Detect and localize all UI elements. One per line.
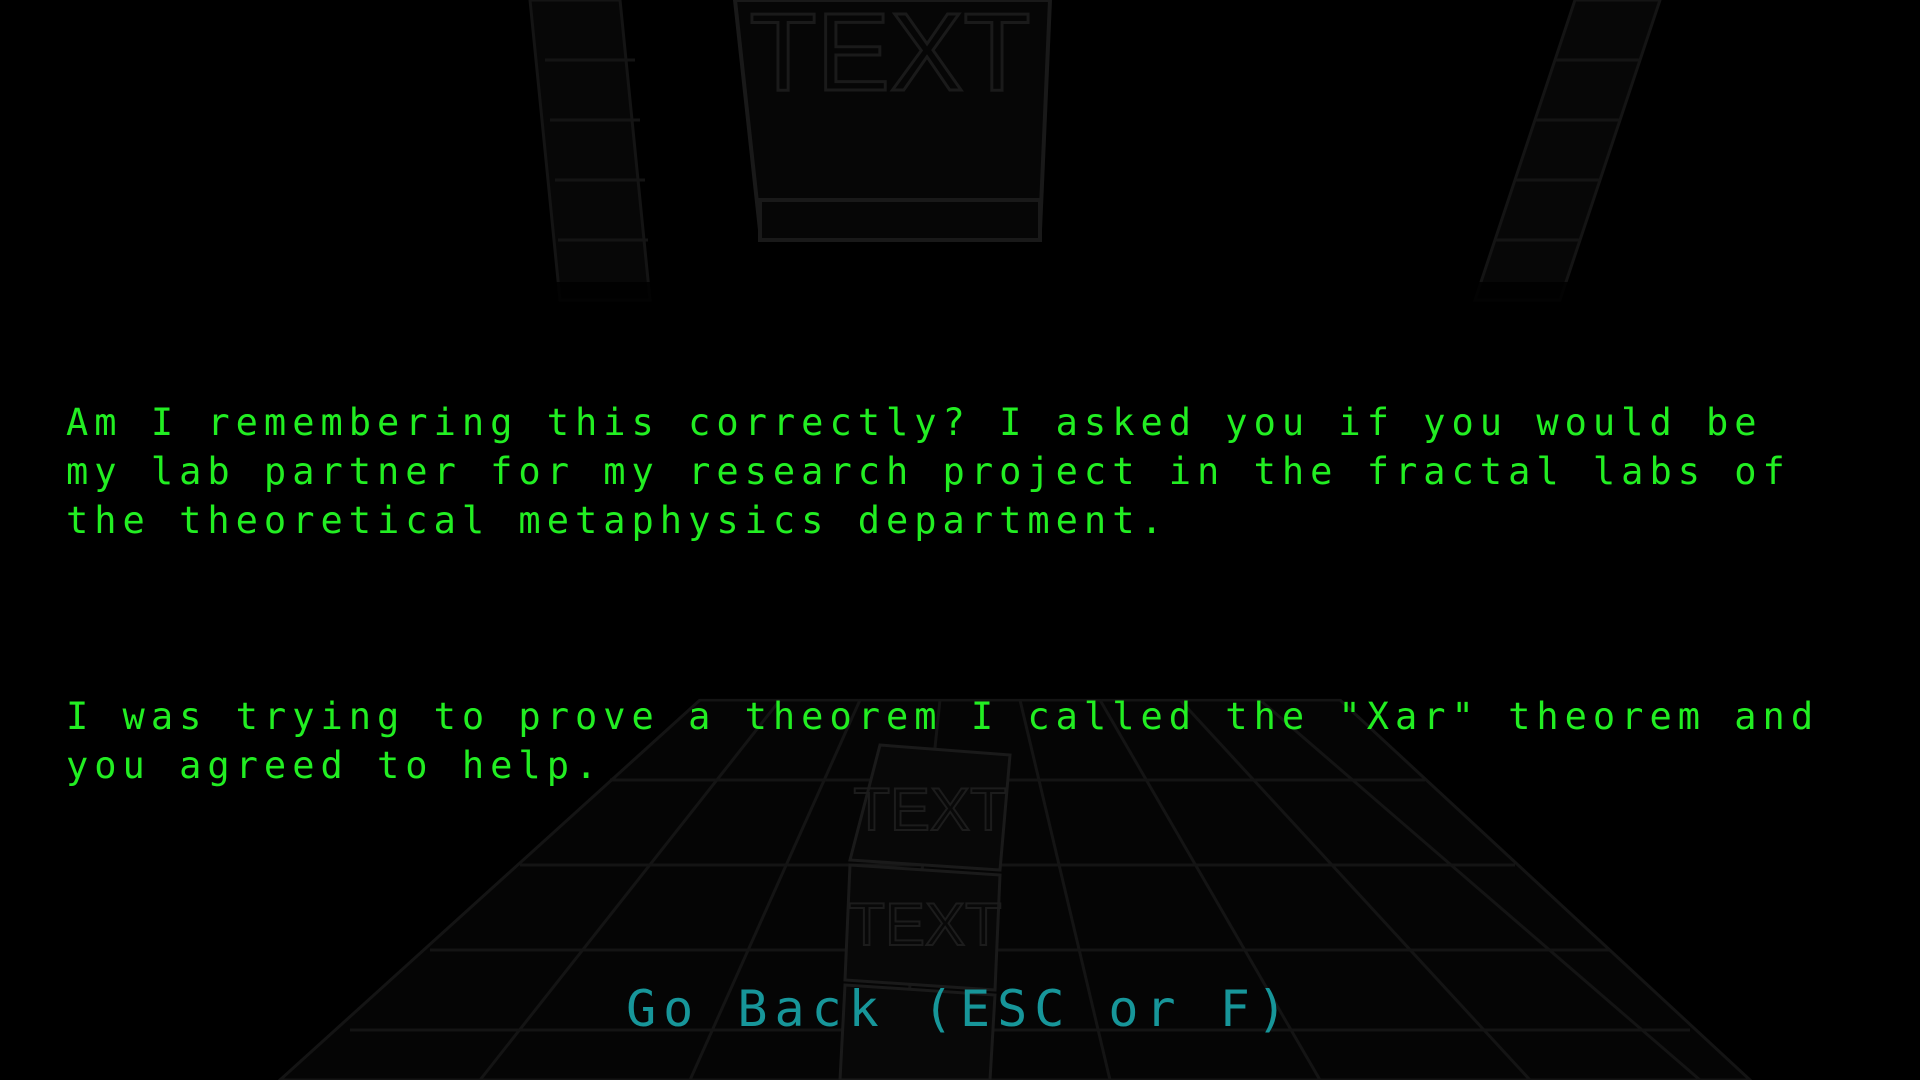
left-pillar: [528, 0, 652, 302]
right-pillar: [1472, 0, 1662, 302]
top-text-cube: TEXT: [732, 0, 1053, 242]
dialog-text: Am I remembering this correctly? I asked…: [66, 300, 1846, 937]
dialog-paragraph-1: Am I remembering this correctly? I asked…: [66, 401, 1820, 542]
game-scene: TEXT TEXT TEXT Am I remembering this cor…: [0, 0, 1920, 1080]
go-back-button[interactable]: Go Back (ESC or F): [0, 980, 1920, 1038]
dialog-paragraph-2: I was trying to prove a theorem I called…: [66, 695, 1848, 787]
top-cube-label: TEXT: [749, 0, 1030, 114]
